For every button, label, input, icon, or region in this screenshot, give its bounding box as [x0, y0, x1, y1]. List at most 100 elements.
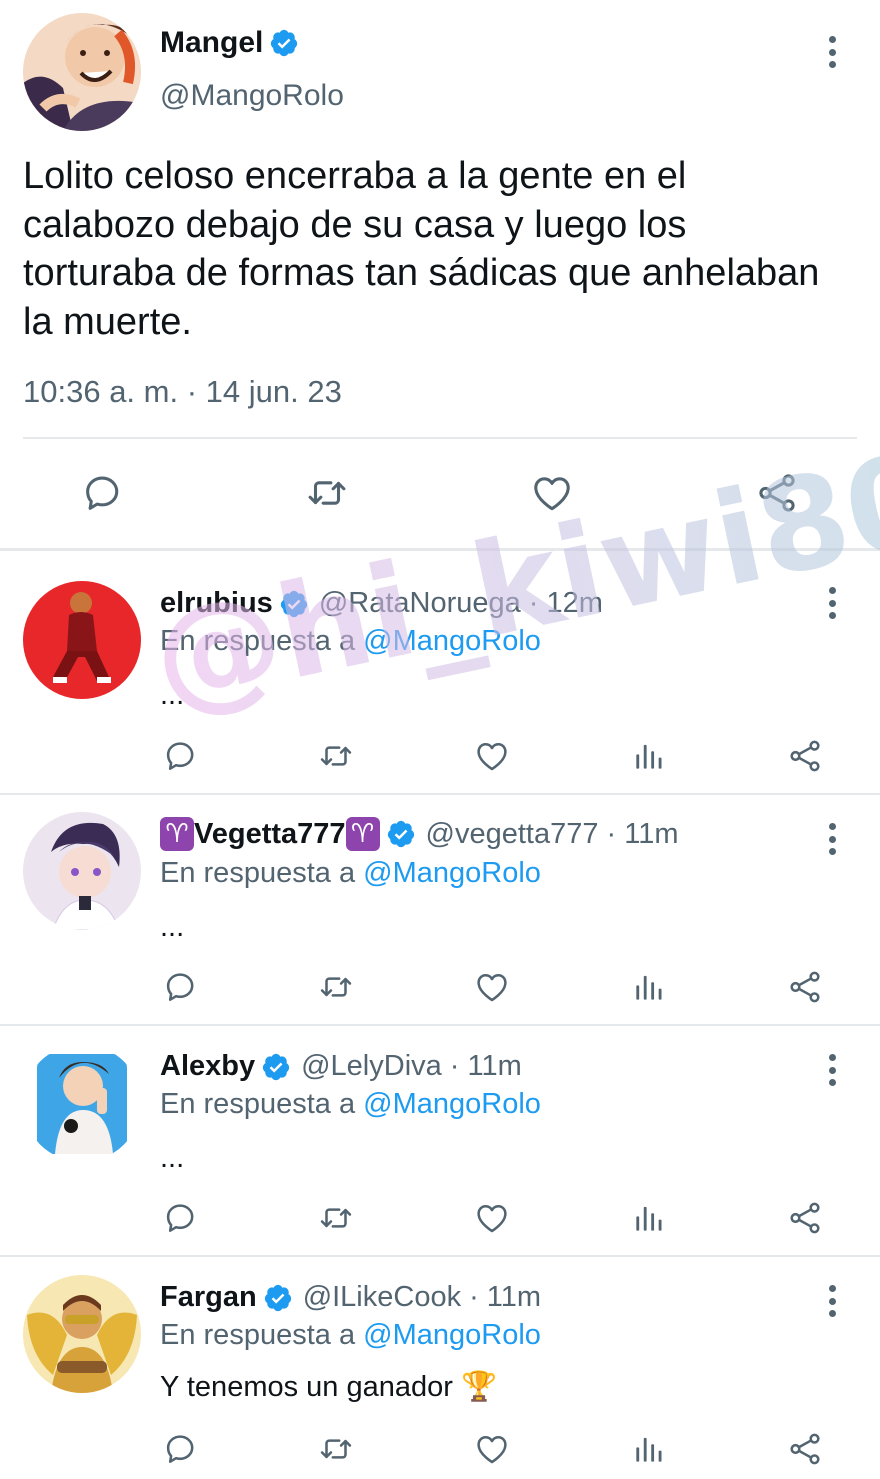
heart-icon	[473, 968, 511, 1006]
author-name[interactable]: Mangel	[160, 26, 263, 60]
author-name-row: Mangel	[160, 26, 299, 60]
share-icon	[786, 1199, 824, 1237]
aries-sign-icon: ♈	[345, 817, 380, 851]
reply-name-row: ♈ Vegetta777 ♈ @vegetta777 · 11m	[160, 817, 678, 851]
share-button[interactable]	[780, 1424, 830, 1474]
verified-icon	[261, 1052, 291, 1082]
reply-time[interactable]: · 11m	[469, 1281, 541, 1314]
heart-icon	[473, 737, 511, 775]
reply-tweet[interactable]: Alexby @LelyDiva · 11m En respuesta a @M…	[0, 1026, 880, 1255]
heart-icon	[529, 470, 575, 516]
reply-time[interactable]: · 11m	[607, 818, 679, 851]
reply-name-row: Alexby @LelyDiva · 11m	[160, 1050, 522, 1083]
reply-author-name[interactable]: Fargan	[160, 1281, 257, 1314]
reply-text: ...	[160, 911, 185, 943]
more-icon[interactable]	[822, 32, 842, 72]
retweet-icon	[317, 1199, 355, 1237]
in-reply-to: En respuesta a @MangoRolo	[160, 1319, 541, 1352]
views-button[interactable]	[624, 962, 674, 1012]
reply-tweet[interactable]: Fargan @ILikeCook · 11m En respuesta a @…	[0, 1257, 880, 1479]
author-avatar[interactable]	[23, 13, 141, 131]
views-button[interactable]	[624, 1193, 674, 1243]
reply-author-name[interactable]: Alexby	[160, 1050, 255, 1083]
reply-text: ...	[160, 679, 185, 711]
tweet-timestamp[interactable]: 10:36 a. m. · 14 jun. 23	[23, 374, 342, 410]
reply-author-name[interactable]: elrubius	[160, 587, 273, 620]
reply-button[interactable]	[155, 731, 205, 781]
reply-name-row: Fargan @ILikeCook · 11m	[160, 1281, 541, 1314]
more-icon[interactable]	[822, 819, 842, 859]
reply-author-name[interactable]: Vegetta777	[194, 818, 346, 851]
reply-author-handle[interactable]: @vegetta777	[426, 818, 599, 851]
views-button[interactable]	[624, 731, 674, 781]
reply-author-handle[interactable]: @LelyDiva	[301, 1050, 442, 1083]
share-icon	[786, 737, 824, 775]
mention-link[interactable]: @MangoRolo	[363, 625, 541, 657]
main-tweet: Mangel @MangoRolo Lolito celoso encerrab…	[0, 0, 880, 548]
reply-icon	[161, 1199, 199, 1237]
retweet-icon	[317, 1430, 355, 1468]
like-button[interactable]	[467, 962, 517, 1012]
like-button[interactable]	[467, 1193, 517, 1243]
views-icon	[630, 1430, 668, 1468]
more-icon[interactable]	[822, 1281, 842, 1321]
more-icon[interactable]	[822, 1050, 842, 1090]
retweet-button[interactable]	[311, 731, 361, 781]
reply-avatar[interactable]	[23, 1044, 141, 1162]
retweet-icon	[304, 470, 350, 516]
reply-button[interactable]	[155, 962, 205, 1012]
verified-icon	[279, 589, 309, 619]
in-reply-to: En respuesta a @MangoRolo	[160, 857, 541, 890]
retweet-button[interactable]	[302, 468, 352, 518]
share-icon	[754, 470, 800, 516]
more-icon[interactable]	[822, 583, 842, 623]
reply-time[interactable]: · 11m	[450, 1050, 522, 1083]
reply-avatar[interactable]	[23, 1275, 141, 1393]
reply-avatar[interactable]	[23, 581, 141, 699]
heart-icon	[473, 1430, 511, 1468]
reply-avatar[interactable]	[23, 812, 141, 930]
retweet-button[interactable]	[311, 1193, 361, 1243]
reply-button[interactable]	[155, 1424, 205, 1474]
share-button[interactable]	[780, 1193, 830, 1243]
in-reply-label: En respuesta a	[160, 1088, 356, 1120]
reply-tweet[interactable]: elrubius @RataNoruega · 12m En respuesta…	[0, 551, 880, 793]
reply-icon	[161, 968, 199, 1006]
like-button[interactable]	[527, 468, 577, 518]
mention-link[interactable]: @MangoRolo	[363, 857, 541, 889]
like-button[interactable]	[467, 1424, 517, 1474]
reply-icon	[161, 1430, 199, 1468]
in-reply-label: En respuesta a	[160, 1319, 356, 1351]
retweet-icon	[317, 968, 355, 1006]
verified-icon	[386, 819, 416, 849]
views-button[interactable]	[624, 1424, 674, 1474]
retweet-button[interactable]	[311, 962, 361, 1012]
share-button[interactable]	[780, 962, 830, 1012]
share-button[interactable]	[752, 468, 802, 518]
reply-button[interactable]	[155, 1193, 205, 1243]
retweet-icon	[317, 737, 355, 775]
reply-tweet[interactable]: ♈ Vegetta777 ♈ @vegetta777 · 11m En resp…	[0, 795, 880, 1024]
mention-link[interactable]: @MangoRolo	[363, 1088, 541, 1120]
reply-text: Y tenemos un ganador 🏆	[160, 1371, 498, 1403]
author-handle[interactable]: @MangoRolo	[160, 79, 344, 113]
in-reply-to: En respuesta a @MangoRolo	[160, 625, 541, 658]
views-icon	[630, 968, 668, 1006]
reply-author-handle[interactable]: @RataNoruega	[319, 587, 521, 620]
share-icon	[786, 968, 824, 1006]
reply-author-handle[interactable]: @ILikeCook	[303, 1281, 461, 1314]
reply-icon	[161, 737, 199, 775]
reply-name-row: elrubius @RataNoruega · 12m	[160, 587, 603, 620]
like-button[interactable]	[467, 731, 517, 781]
share-button[interactable]	[780, 731, 830, 781]
heart-icon	[473, 1199, 511, 1237]
reply-button[interactable]	[77, 468, 127, 518]
views-icon	[630, 737, 668, 775]
mention-link[interactable]: @MangoRolo	[363, 1319, 541, 1351]
in-reply-label: En respuesta a	[160, 857, 356, 889]
divider	[23, 437, 857, 439]
in-reply-label: En respuesta a	[160, 625, 356, 657]
reply-time[interactable]: · 12m	[529, 587, 603, 620]
retweet-button[interactable]	[311, 1424, 361, 1474]
share-icon	[786, 1430, 824, 1468]
